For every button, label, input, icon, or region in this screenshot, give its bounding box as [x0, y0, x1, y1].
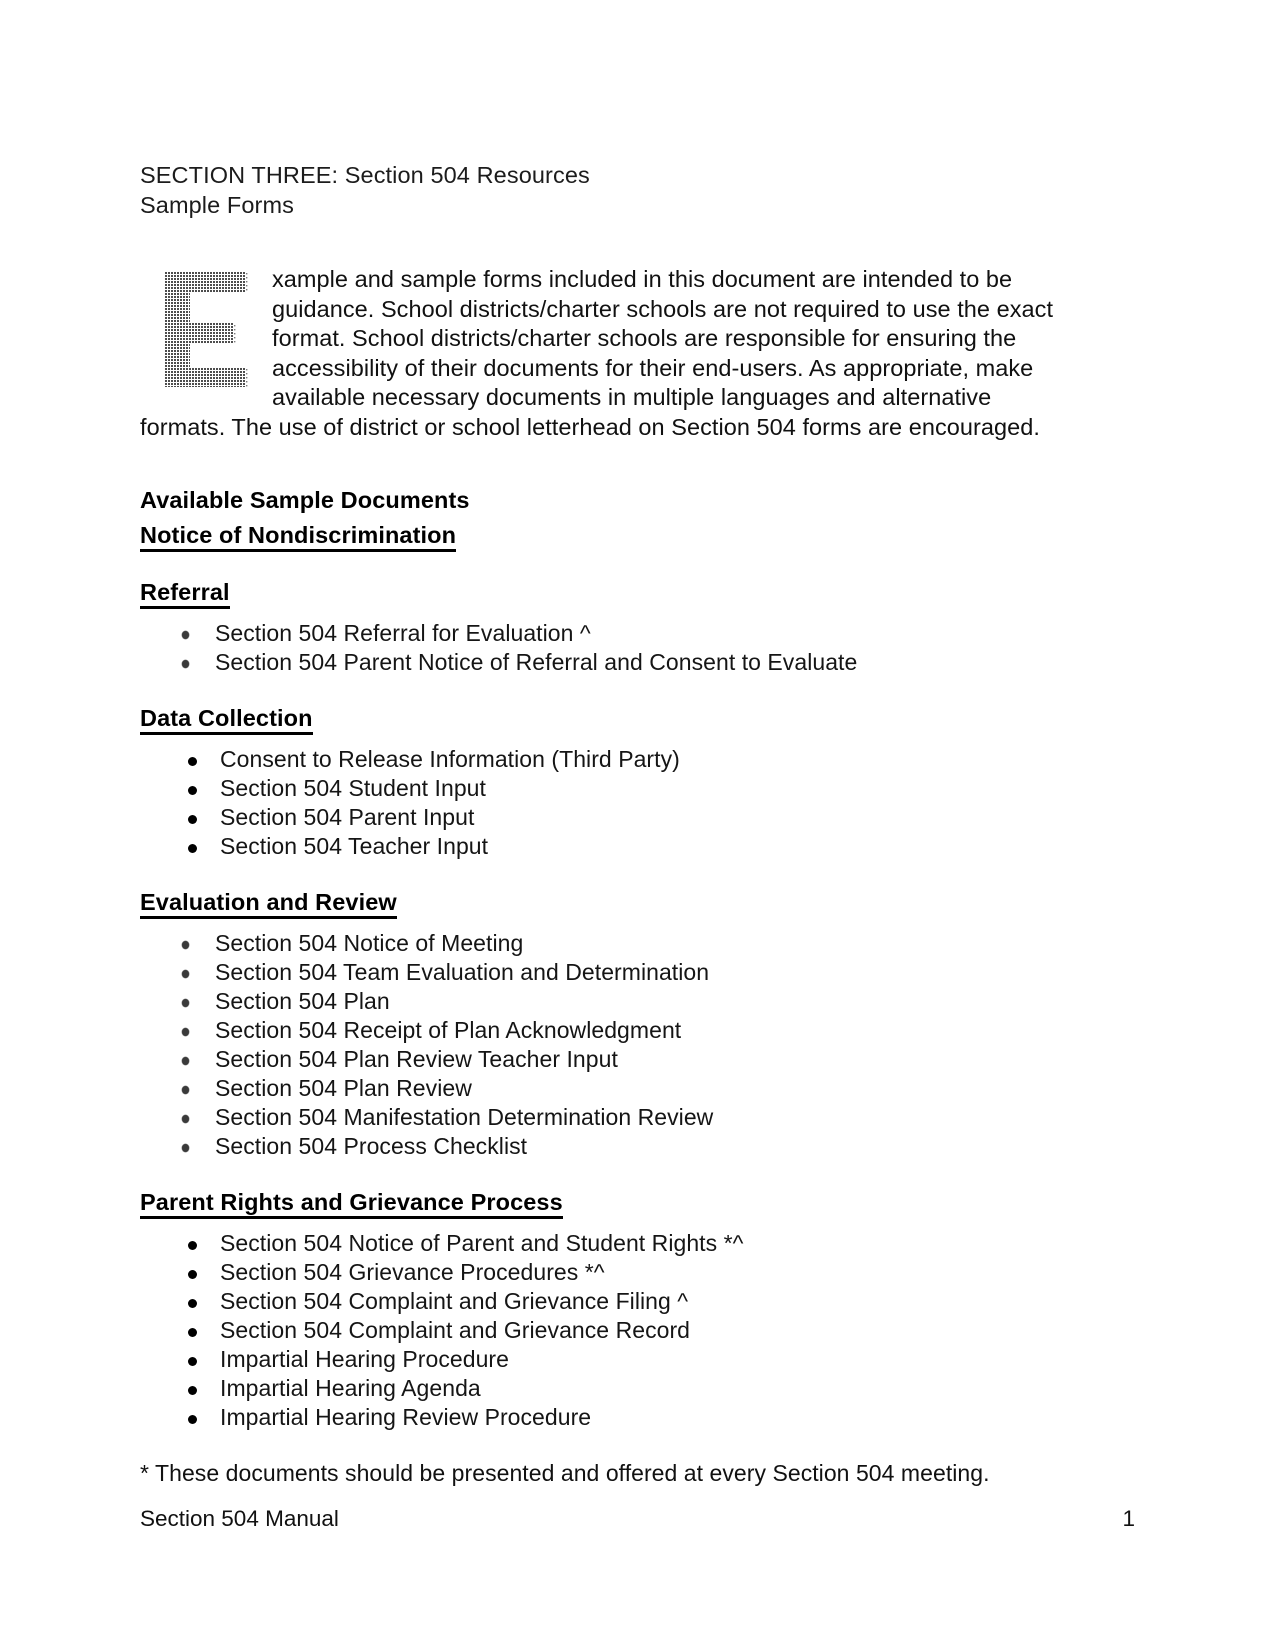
list-item-label: Section 504 Notice of Meeting: [215, 930, 524, 956]
list-item-label: Section 504 Parent Notice of Referral an…: [215, 649, 858, 675]
list-item: Section 504 Notice of Meeting: [140, 929, 1070, 958]
list-item-label: Section 504 Process Checklist: [215, 1133, 528, 1159]
list-item-label: Section 504 Referral for Evaluation ^: [215, 620, 591, 646]
bullet-icon: [182, 1115, 189, 1123]
data-collection-section: Data Collection Consent to Release Infor…: [140, 703, 1070, 861]
list-item: Section 504 Grievance Procedures *^: [140, 1258, 1070, 1287]
list-item: Impartial Hearing Agenda: [140, 1374, 1070, 1403]
list-item-label: Section 504 Teacher Input: [220, 833, 489, 859]
list-item: Section 504 Plan Review: [140, 1074, 1070, 1103]
footer-document-title: Section 504 Manual: [140, 1506, 339, 1531]
bullet-icon: [188, 1270, 197, 1279]
running-head-line-2: Sample Forms: [140, 192, 294, 218]
list-item: Section 504 Parent Input: [140, 803, 1070, 832]
evaluation-and-review-document-list: Section 504 Notice of Meeting Section 50…: [140, 929, 1070, 1161]
bullet-icon: [188, 1241, 197, 1250]
list-item: Section 504 Team Evaluation and Determin…: [140, 958, 1070, 987]
bullet-icon: [188, 815, 197, 824]
referral-document-list: Section 504 Referral for Evaluation ^ Se…: [140, 619, 1070, 677]
list-item-label: Section 504 Student Input: [220, 775, 486, 801]
list-item: Section 504 Plan Review Teacher Input: [140, 1045, 1070, 1074]
list-item-label: Section 504 Receipt of Plan Acknowledgme…: [215, 1017, 682, 1043]
bullet-icon: [182, 1144, 189, 1152]
list-item: Section 504 Process Checklist: [140, 1132, 1070, 1161]
list-item-label: Section 504 Manifestation Determination …: [215, 1104, 714, 1130]
document-page: SECTION THREE: Section 504 Resources Sam…: [0, 0, 1275, 1650]
list-item-label: Impartial Hearing Agenda: [220, 1375, 481, 1401]
available-sample-documents-group: Available Sample Documents Notice of Non…: [140, 485, 1070, 552]
list-item-label: Section 504 Complaint and Grievance Fili…: [220, 1288, 689, 1314]
bullet-icon: [182, 1028, 189, 1036]
bullet-icon: [182, 941, 189, 949]
list-item: Section 504 Teacher Input: [140, 832, 1070, 861]
bullet-icon: [188, 786, 197, 795]
bullet-icon: [188, 757, 197, 766]
list-item-label: Impartial Hearing Review Procedure: [220, 1404, 592, 1430]
list-item: Section 504 Referral for Evaluation ^: [140, 619, 1070, 648]
list-item: Section 504 Parent Notice of Referral an…: [140, 648, 1070, 677]
heading-evaluation-and-review: Evaluation and Review: [140, 887, 1070, 919]
heading-parent-rights-and-grievance-process: Parent Rights and Grievance Process: [140, 1187, 1070, 1219]
intro-text: xample and sample forms included in this…: [140, 265, 1070, 442]
list-item-label: Section 504 Grievance Procedures *^: [220, 1259, 605, 1285]
list-item: Impartial Hearing Review Procedure: [140, 1403, 1070, 1432]
heading-notice-of-nondiscrimination: Notice of Nondiscrimination: [140, 520, 1070, 552]
intro-paragraph: xample and sample forms included in this…: [140, 266, 1054, 440]
list-item-label: Impartial Hearing Procedure: [220, 1346, 509, 1372]
heading-referral: Referral: [140, 577, 1070, 609]
bullet-icon: [188, 1386, 197, 1395]
list-item-label: Section 504 Complaint and Grievance Reco…: [220, 1317, 691, 1343]
bullet-icon: [182, 999, 189, 1007]
heading-available-sample-documents: Available Sample Documents: [140, 487, 470, 513]
dropcap-letter-e-icon: [162, 269, 250, 389]
bullet-icon: [188, 1357, 197, 1366]
bullet-icon: [188, 1415, 197, 1424]
bullet-icon: [182, 631, 189, 639]
intro-paragraph-block: xample and sample forms included in this…: [140, 265, 1070, 442]
list-item: Consent to Release Information (Third Pa…: [140, 745, 1070, 774]
list-item-label: Section 504 Notice of Parent and Student…: [220, 1230, 744, 1256]
list-item: Section 504 Notice of Parent and Student…: [140, 1229, 1070, 1258]
bullet-icon: [188, 1299, 197, 1308]
evaluation-and-review-section: Evaluation and Review Section 504 Notice…: [140, 887, 1070, 1161]
list-item: Section 504 Manifestation Determination …: [140, 1103, 1070, 1132]
list-item: Section 504 Receipt of Plan Acknowledgme…: [140, 1016, 1070, 1045]
list-item-label: Section 504 Plan: [215, 988, 390, 1014]
heading-data-collection: Data Collection: [140, 703, 1070, 735]
data-collection-document-list: Consent to Release Information (Third Pa…: [140, 745, 1070, 861]
parent-rights-section: Parent Rights and Grievance Process Sect…: [140, 1187, 1070, 1432]
page-footer: Section 504 Manual 1: [140, 1506, 1135, 1532]
list-item: Impartial Hearing Procedure: [140, 1345, 1070, 1374]
footnote-asterisk-note: * These documents should be presented an…: [140, 1460, 990, 1486]
page-content: SECTION THREE: Section 504 Resources Sam…: [140, 160, 1070, 1488]
list-item: Section 504 Plan: [140, 987, 1070, 1016]
bullet-icon: [182, 1057, 189, 1065]
list-item-label: Section 504 Plan Review: [215, 1075, 472, 1101]
footer-page-number: 1: [1122, 1506, 1135, 1531]
list-item: Section 504 Complaint and Grievance Reco…: [140, 1316, 1070, 1345]
running-head-line-1: SECTION THREE: Section 504 Resources: [140, 162, 590, 188]
list-item-label: Consent to Release Information (Third Pa…: [220, 746, 680, 772]
bullet-icon: [188, 1328, 197, 1337]
bullet-icon: [182, 970, 189, 978]
bullet-icon: [188, 844, 197, 853]
bullet-icon: [182, 1086, 189, 1094]
parent-rights-document-list: Section 504 Notice of Parent and Student…: [140, 1229, 1070, 1432]
bullet-icon: [182, 660, 189, 668]
referral-section: Referral Section 504 Referral for Evalua…: [140, 577, 1070, 677]
list-item: Section 504 Student Input: [140, 774, 1070, 803]
list-item-label: Section 504 Parent Input: [220, 804, 475, 830]
list-item: Section 504 Complaint and Grievance Fili…: [140, 1287, 1070, 1316]
list-item-label: Section 504 Team Evaluation and Determin…: [215, 959, 710, 985]
running-head: SECTION THREE: Section 504 Resources Sam…: [140, 160, 1070, 220]
list-item-label: Section 504 Plan Review Teacher Input: [215, 1046, 618, 1072]
